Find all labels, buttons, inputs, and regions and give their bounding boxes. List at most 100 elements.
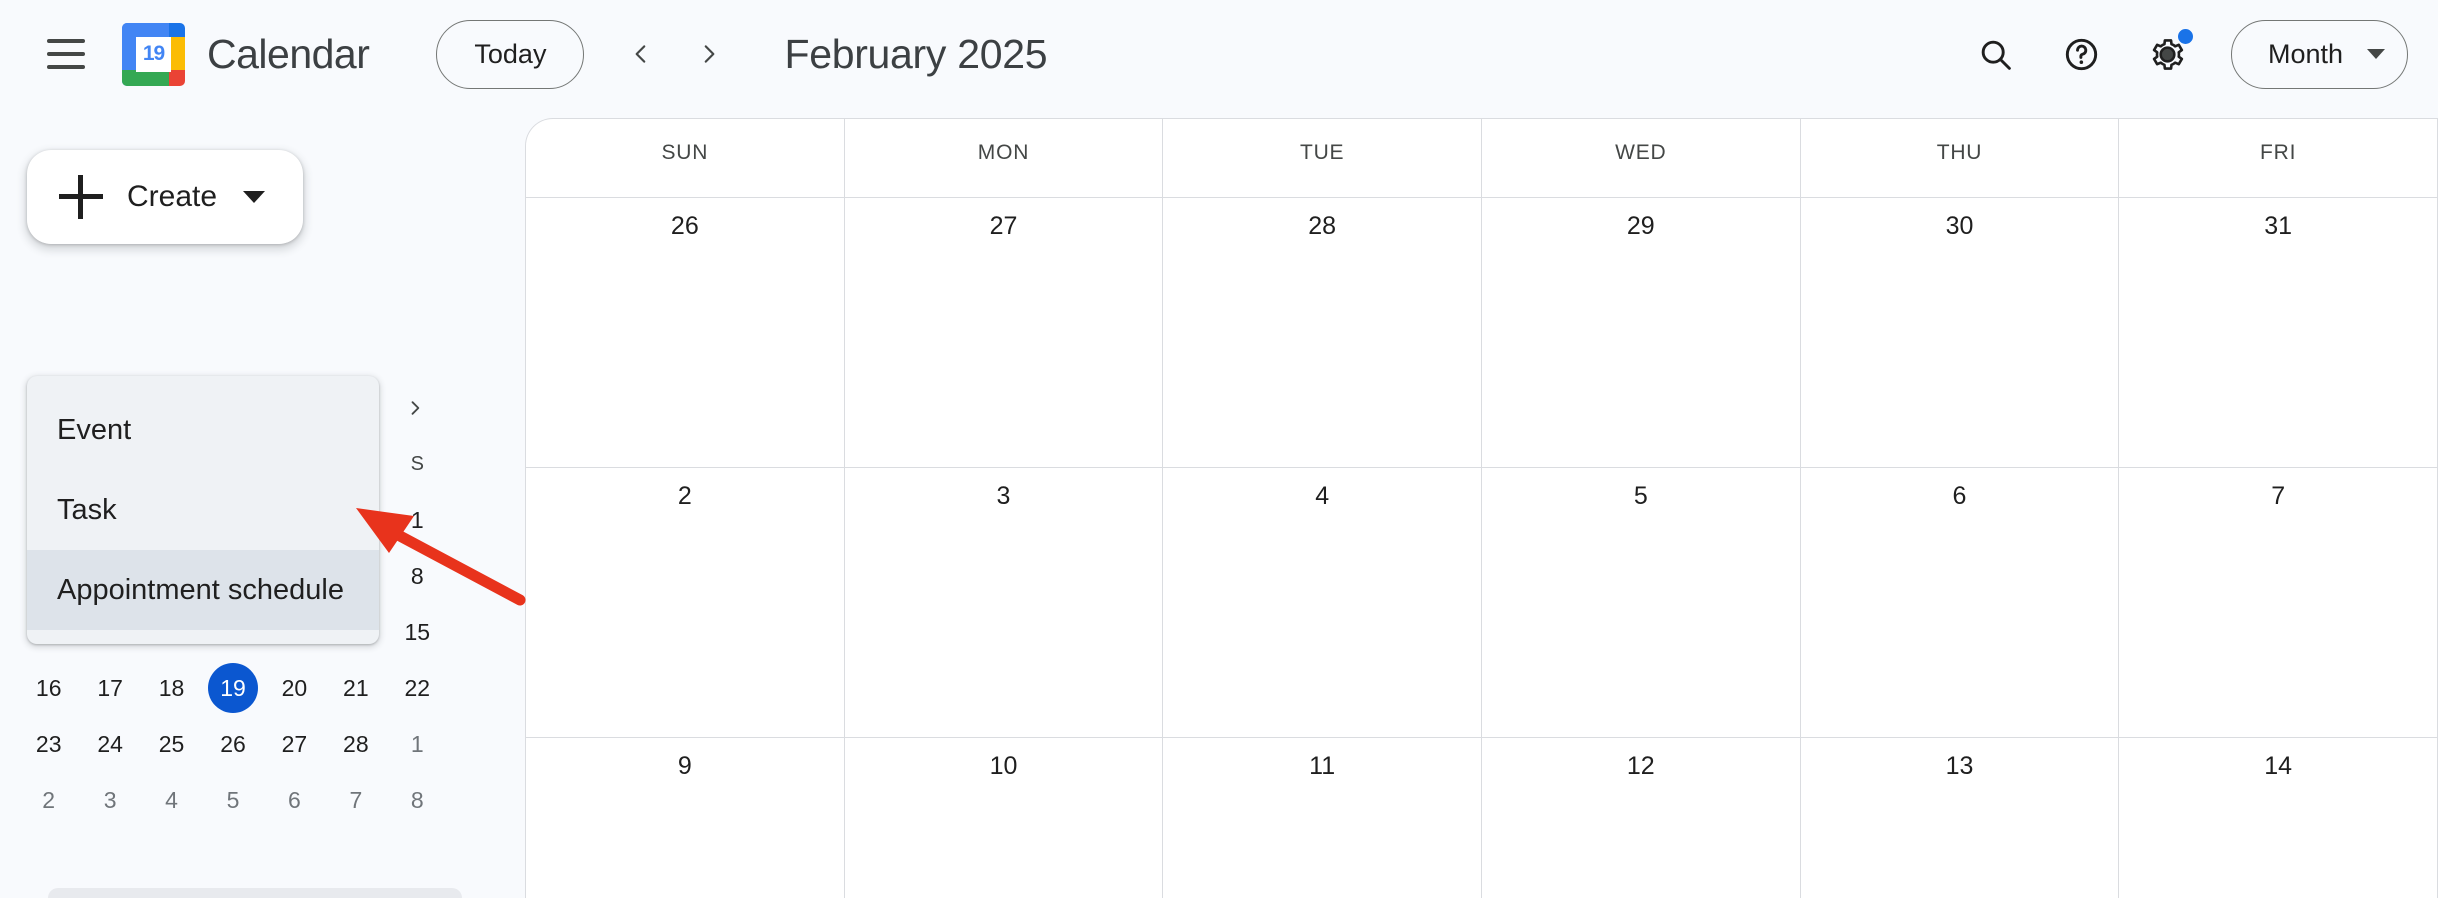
chevron-left-icon xyxy=(636,45,646,63)
calendar-day-cell[interactable]: 9 xyxy=(526,738,845,898)
calendar-day-cell[interactable]: 6 xyxy=(1801,468,2120,737)
mini-calendar-day-cell[interactable]: 1 xyxy=(387,492,448,548)
google-calendar-logo-icon: 19 xyxy=(122,22,185,86)
mini-calendar-day-cell[interactable]: 26 xyxy=(202,716,263,772)
calendar-day-cell[interactable]: 27 xyxy=(845,198,1164,467)
calendar-weeks: 26 27 28 29 30 31 2 3 4 5 6 7 9 10 11 12 13 14 xyxy=(526,197,2438,898)
mini-calendar-day-cell[interactable]: 1 xyxy=(387,716,448,772)
mini-calendar-day-label: 19 xyxy=(207,663,258,713)
calendar-day-number: 13 xyxy=(1945,752,1974,780)
hamburger-icon[interactable] xyxy=(28,16,104,92)
calendar-day-number: 7 xyxy=(2271,482,2286,510)
create-button[interactable]: Create xyxy=(27,150,303,244)
view-selector-label: Month xyxy=(2267,38,2343,69)
today-button[interactable]: Today xyxy=(436,19,585,89)
mini-calendar-day-cell[interactable]: 17 xyxy=(79,660,140,716)
mini-calendar-day-cell[interactable]: 15 xyxy=(387,604,448,660)
chevron-right-icon xyxy=(705,45,715,63)
calendar-day-cell[interactable]: 4 xyxy=(1163,468,1482,737)
calendar-day-cell[interactable]: 3 xyxy=(845,468,1164,737)
calendar-day-number: 2 xyxy=(677,482,692,510)
calendar-day-cell[interactable]: 29 xyxy=(1482,198,1801,467)
view-selector-button[interactable]: Month xyxy=(2230,19,2408,89)
calendar-day-number: 3 xyxy=(996,482,1011,510)
create-menu-item-task[interactable]: Task xyxy=(27,470,379,550)
calendar-day-cell[interactable]: 2 xyxy=(526,468,845,737)
calendar-day-number: 10 xyxy=(989,752,1018,780)
calendar-day-number: 6 xyxy=(1952,482,1967,510)
mini-calendar-today-cell[interactable]: 19 xyxy=(202,660,263,716)
create-menu-item-label: Task xyxy=(57,493,117,526)
mini-calendar-day-cell[interactable]: 18 xyxy=(141,660,202,716)
mini-calendar-day-cell[interactable]: 3 xyxy=(79,772,140,828)
calendar-day-headers: SUN MON TUE WED THU FRI xyxy=(526,119,2438,197)
create-menu-item-appointment-schedule[interactable]: Appointment schedule xyxy=(27,550,379,630)
mini-calendar-day-cell[interactable]: 23 xyxy=(18,716,79,772)
calendar-day-cell[interactable]: 7 xyxy=(2119,468,2438,737)
calendar-day-number: 26 xyxy=(670,212,699,240)
calendar-day-header-wed: WED xyxy=(1482,119,1801,197)
mini-calendar-day-cell[interactable]: 8 xyxy=(387,772,448,828)
mini-calendar-day-label: 23 xyxy=(35,730,62,757)
calendar-day-number: 27 xyxy=(989,212,1018,240)
current-period-title: February 2025 xyxy=(784,30,1048,77)
calendar-day-cell[interactable]: 12 xyxy=(1482,738,1801,898)
month-calendar-grid: SUN MON TUE WED THU FRI 26 27 28 29 30 31 2 3 4 5 6 7 9 10… xyxy=(525,118,2438,898)
mini-calendar-day-cell[interactable]: 20 xyxy=(264,660,325,716)
calendar-day-header-thu: THU xyxy=(1801,119,2120,197)
settings-button[interactable] xyxy=(2131,17,2205,91)
mini-calendar-day-cell[interactable]: 25 xyxy=(141,716,202,772)
calendar-day-number: 12 xyxy=(1626,752,1655,780)
calendar-day-cell[interactable]: 31 xyxy=(2119,198,2438,467)
search-for-people-input[interactable]: Search for people xyxy=(48,888,462,898)
mini-calendar-day-cell[interactable]: 16 xyxy=(18,660,79,716)
mini-calendar-day-cell[interactable]: 5 xyxy=(202,772,263,828)
next-period-button[interactable] xyxy=(678,23,740,85)
create-menu-item-label: Appointment schedule xyxy=(57,573,344,606)
mini-calendar-next-button[interactable] xyxy=(392,385,438,431)
calendar-day-cell[interactable]: 11 xyxy=(1163,738,1482,898)
top-app-bar: 19 Calendar Today February 2025 Month xyxy=(0,0,2438,108)
calendar-day-cell[interactable]: 26 xyxy=(526,198,845,467)
mini-calendar-day-label: 22 xyxy=(404,674,431,701)
mini-calendar-day-cell[interactable]: 27 xyxy=(264,716,325,772)
calendar-day-number: 30 xyxy=(1945,212,1974,240)
mini-calendar-day-cell[interactable]: 7 xyxy=(325,772,386,828)
toolbar-actions: Month xyxy=(1959,17,2438,91)
mini-calendar-day-label: 20 xyxy=(281,674,308,701)
calendar-day-header-fri: FRI xyxy=(2119,119,2438,197)
create-dropdown-menu: Event Task Appointment schedule xyxy=(27,376,379,644)
mini-calendar-day-label: 24 xyxy=(97,730,123,757)
calendar-day-cell[interactable]: 28 xyxy=(1163,198,1482,467)
mini-calendar-day-cell[interactable]: 24 xyxy=(79,716,140,772)
mini-calendar-day-label: 5 xyxy=(226,786,240,813)
calendar-day-header-mon: MON xyxy=(845,119,1164,197)
mini-calendar-day-label: 25 xyxy=(158,730,185,757)
mini-calendar-day-cell[interactable]: 6 xyxy=(264,772,325,828)
mini-calendar-day-cell[interactable]: 28 xyxy=(325,716,386,772)
create-menu-item-event[interactable]: Event xyxy=(27,390,379,470)
calendar-day-cell[interactable]: 5 xyxy=(1482,468,1801,737)
mini-calendar-day-label: 1 xyxy=(410,506,424,533)
mini-calendar-day-label: 18 xyxy=(158,674,185,701)
calendar-day-cell[interactable]: 13 xyxy=(1801,738,2120,898)
mini-calendar-day-label: 28 xyxy=(343,730,369,757)
mini-calendar-day-cell[interactable]: 22 xyxy=(387,660,448,716)
search-button[interactable] xyxy=(1959,17,2033,91)
mini-calendar-day-label: 8 xyxy=(410,562,424,589)
mini-calendar-day-cell[interactable]: 8 xyxy=(387,548,448,604)
plus-icon xyxy=(59,175,103,219)
calendar-day-cell[interactable]: 14 xyxy=(2119,738,2438,898)
calendar-day-cell[interactable]: 10 xyxy=(845,738,1164,898)
mini-calendar-day-cell[interactable]: 4 xyxy=(141,772,202,828)
mini-calendar-day-label: 17 xyxy=(97,674,123,701)
calendar-day-cell[interactable]: 30 xyxy=(1801,198,2120,467)
previous-period-button[interactable] xyxy=(610,23,672,85)
calendar-day-number: 9 xyxy=(677,752,692,780)
chevron-down-icon xyxy=(243,191,266,203)
calendar-day-number: 5 xyxy=(1633,482,1648,510)
help-button[interactable] xyxy=(2045,17,2119,91)
mini-calendar-day-cell[interactable]: 21 xyxy=(325,660,386,716)
mini-calendar-day-cell[interactable]: 2 xyxy=(18,772,79,828)
create-menu-item-label: Event xyxy=(57,413,132,446)
